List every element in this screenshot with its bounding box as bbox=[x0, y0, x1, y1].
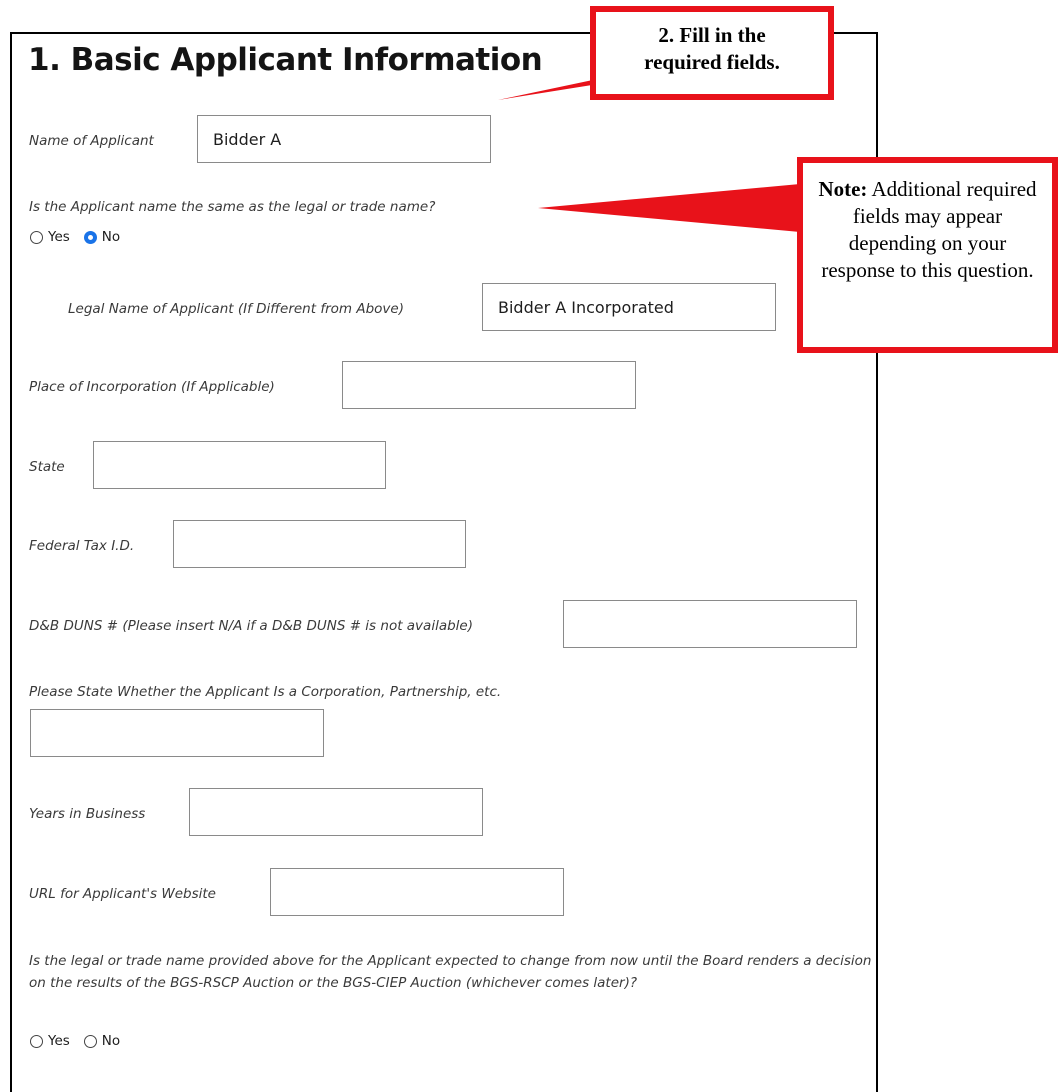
note-bold-label: Note: bbox=[818, 177, 868, 201]
fill-required-line1: 2. Fill in the bbox=[658, 23, 766, 47]
note-callout: Note: Additional required fields may app… bbox=[797, 157, 1058, 353]
fill-required-callout: 2. Fill in the required fields. bbox=[590, 6, 834, 100]
fill-required-line2: required fields. bbox=[644, 50, 780, 74]
note-pointer bbox=[538, 184, 800, 232]
